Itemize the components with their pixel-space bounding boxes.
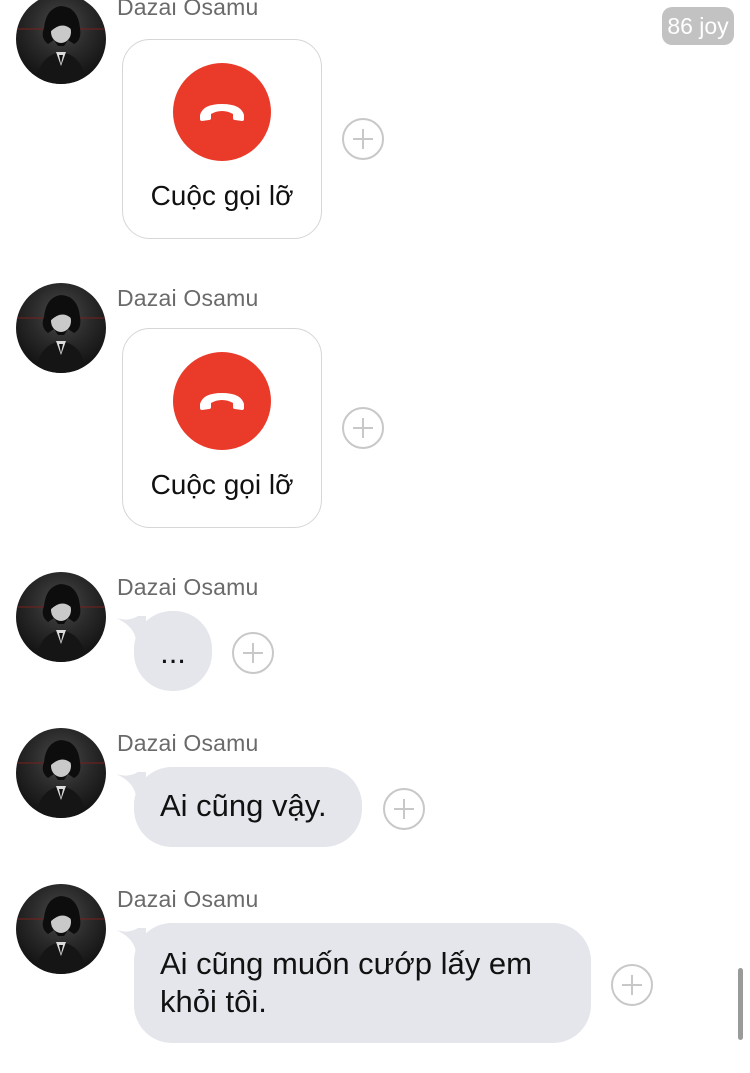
- sender-name: Dazai Osamu: [117, 285, 259, 311]
- message-bubble[interactable]: Ai cũng muốn cướp lấy em khỏi tôi.: [134, 923, 591, 1043]
- sender-name: Dazai Osamu: [117, 0, 259, 20]
- phone-hangup-icon: [173, 63, 271, 161]
- joy-count-badge: 86 joy: [662, 7, 734, 45]
- missed-call-card[interactable]: Cuộc gọi lỡ: [122, 39, 322, 239]
- message-bubble[interactable]: Ai cũng vậy.: [134, 767, 362, 847]
- avatar[interactable]: [16, 572, 106, 662]
- chat-thread: Dazai Osamu Cuộc gọi lỡ Dazai Osamu Cuộc…: [0, 0, 750, 1073]
- call-label: Cuộc gọi lỡ: [150, 469, 294, 500]
- call-label: Cuộc gọi lỡ: [150, 180, 294, 211]
- phone-hangup-icon: [173, 352, 271, 450]
- avatar[interactable]: [16, 884, 106, 974]
- message-text-line: Ai cũng muốn cướp lấy em: [160, 946, 532, 981]
- sender-name: Dazai Osamu: [117, 574, 259, 600]
- plus-circle-icon[interactable]: [342, 407, 384, 449]
- message-text: ...: [160, 635, 186, 670]
- plus-circle-icon[interactable]: [611, 964, 653, 1006]
- plus-circle-icon[interactable]: [232, 632, 274, 674]
- sender-name: Dazai Osamu: [117, 886, 259, 912]
- sender-name: Dazai Osamu: [117, 730, 259, 756]
- scrollbar[interactable]: [738, 968, 743, 1040]
- message-text: Ai cũng vậy.: [160, 788, 327, 823]
- plus-circle-icon[interactable]: [383, 788, 425, 830]
- missed-call-card[interactable]: Cuộc gọi lỡ: [122, 328, 322, 528]
- plus-circle-icon[interactable]: [342, 118, 384, 160]
- message-text-line: khỏi tôi.: [160, 984, 267, 1019]
- avatar[interactable]: [16, 283, 106, 373]
- avatar[interactable]: [16, 728, 106, 818]
- avatar[interactable]: [16, 0, 106, 84]
- message-bubble[interactable]: ...: [134, 611, 212, 691]
